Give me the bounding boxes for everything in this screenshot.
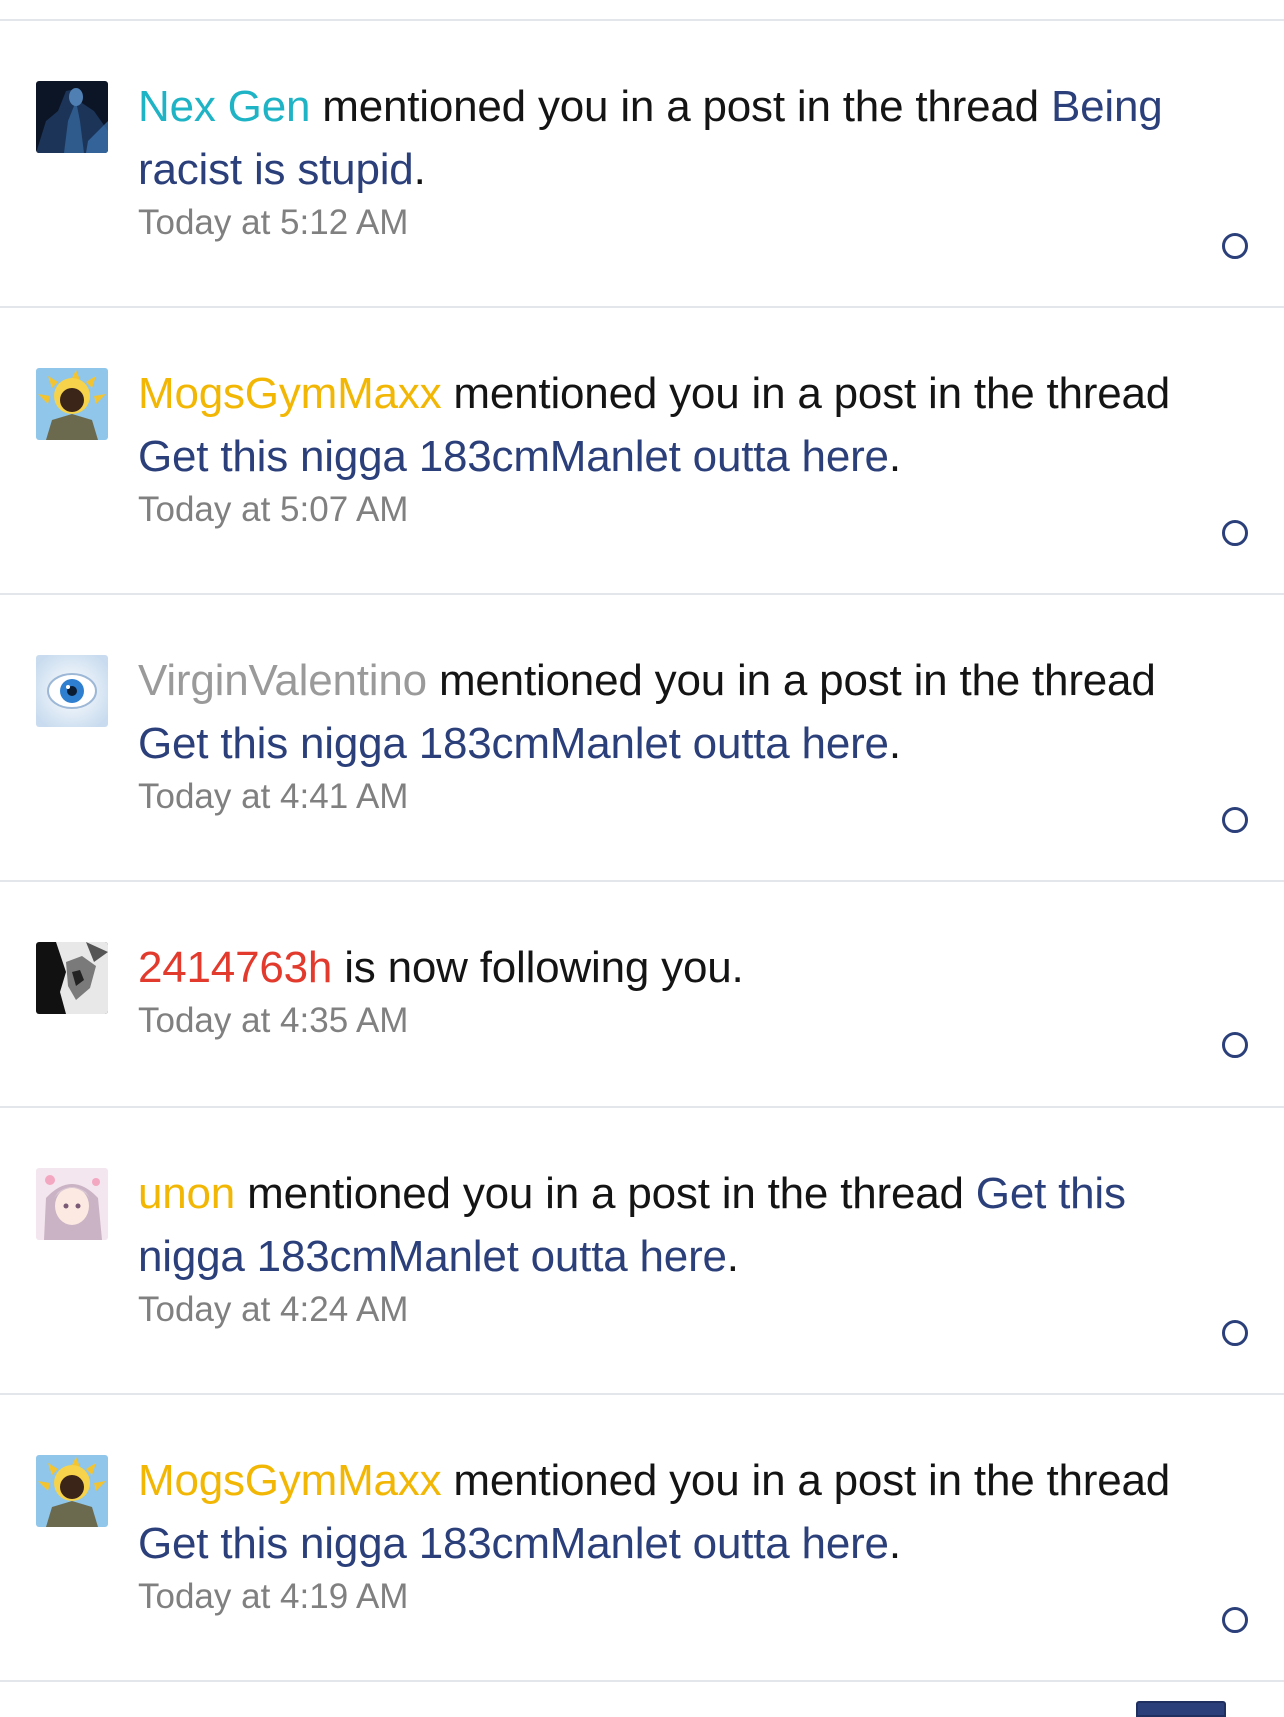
thread-link[interactable]: Get this nigga 183cmManlet outta here xyxy=(138,432,889,481)
dark-figure-avatar-icon[interactable] xyxy=(36,81,108,153)
username-link[interactable]: unon xyxy=(138,1169,235,1218)
notification-action: mentioned you in a post in the thread xyxy=(235,1169,976,1218)
sunburst-portrait-avatar-icon[interactable] xyxy=(36,1455,108,1527)
notification-end: . xyxy=(888,1519,901,1568)
username-link[interactable]: 2414763h xyxy=(138,943,332,992)
notification-item: unon mentioned you in a post in the thre… xyxy=(0,1108,1284,1395)
mark-read-circle-icon[interactable] xyxy=(1222,807,1248,833)
notification-time: Today at 4:35 AM xyxy=(138,1001,409,1040)
notification-action: is now following you. xyxy=(332,943,744,992)
notification-action: mentioned you in a post in the thread xyxy=(426,656,1156,705)
notification-action: mentioned you in a post in the thread xyxy=(441,369,1171,418)
username-link[interactable]: VirginValentino xyxy=(138,656,427,705)
notification-item: Nex Gen mentioned you in a post in the t… xyxy=(0,21,1284,308)
thread-link[interactable]: Get this nigga 183cmManlet outta here xyxy=(138,1519,889,1568)
mark-read-circle-icon[interactable] xyxy=(1222,1032,1248,1058)
blue-eye-avatar-icon[interactable] xyxy=(36,655,108,727)
notification-time: Today at 4:41 AM xyxy=(138,777,409,816)
notification-text: unon mentioned you in a post in the thre… xyxy=(138,1162,1223,1288)
notification-text: 2414763h is now following you. xyxy=(138,936,1223,999)
mark-read-circle-icon[interactable] xyxy=(1222,1320,1248,1346)
notification-end: . xyxy=(888,719,901,768)
notification-time: Today at 4:19 AM xyxy=(138,1577,409,1616)
sunburst-portrait-avatar-icon[interactable] xyxy=(36,368,108,440)
username-link[interactable]: MogsGymMaxx xyxy=(138,1456,442,1505)
notification-text: Nex Gen mentioned you in a post in the t… xyxy=(138,75,1223,201)
anime-girl-avatar-icon[interactable] xyxy=(36,1168,108,1240)
notification-list: Nex Gen mentioned you in a post in the t… xyxy=(0,19,1284,1682)
notification-text: MogsGymMaxx mentioned you in a post in t… xyxy=(138,362,1223,488)
notification-item: 2414763h is now following you. Today at … xyxy=(0,882,1284,1108)
notification-item: VirginValentino mentioned you in a post … xyxy=(0,595,1284,882)
notification-text: MogsGymMaxx mentioned you in a post in t… xyxy=(138,1449,1223,1575)
username-link[interactable]: Nex Gen xyxy=(138,82,310,131)
notification-end: . xyxy=(413,145,426,194)
mark-read-circle-icon[interactable] xyxy=(1222,233,1248,259)
notification-time: Today at 4:24 AM xyxy=(138,1290,409,1329)
username-link[interactable]: MogsGymMaxx xyxy=(138,369,442,418)
thread-link[interactable]: Get this nigga 183cmManlet outta here xyxy=(138,719,889,768)
notification-end: . xyxy=(726,1232,739,1281)
notification-item: MogsGymMaxx mentioned you in a post in t… xyxy=(0,1395,1284,1682)
grayscale-face-avatar-icon[interactable] xyxy=(36,942,108,1014)
notification-time: Today at 5:07 AM xyxy=(138,490,409,529)
notification-text: VirginValentino mentioned you in a post … xyxy=(138,649,1223,775)
mark-read-circle-icon[interactable] xyxy=(1222,520,1248,546)
mark-read-circle-icon[interactable] xyxy=(1222,1607,1248,1633)
notification-item: MogsGymMaxx mentioned you in a post in t… xyxy=(0,308,1284,595)
notification-time: Today at 5:12 AM xyxy=(138,203,409,242)
notification-action: mentioned you in a post in the thread xyxy=(310,82,1051,131)
notification-end: . xyxy=(888,432,901,481)
bottom-action-button[interactable] xyxy=(1136,1701,1226,1717)
notification-action: mentioned you in a post in the thread xyxy=(441,1456,1171,1505)
